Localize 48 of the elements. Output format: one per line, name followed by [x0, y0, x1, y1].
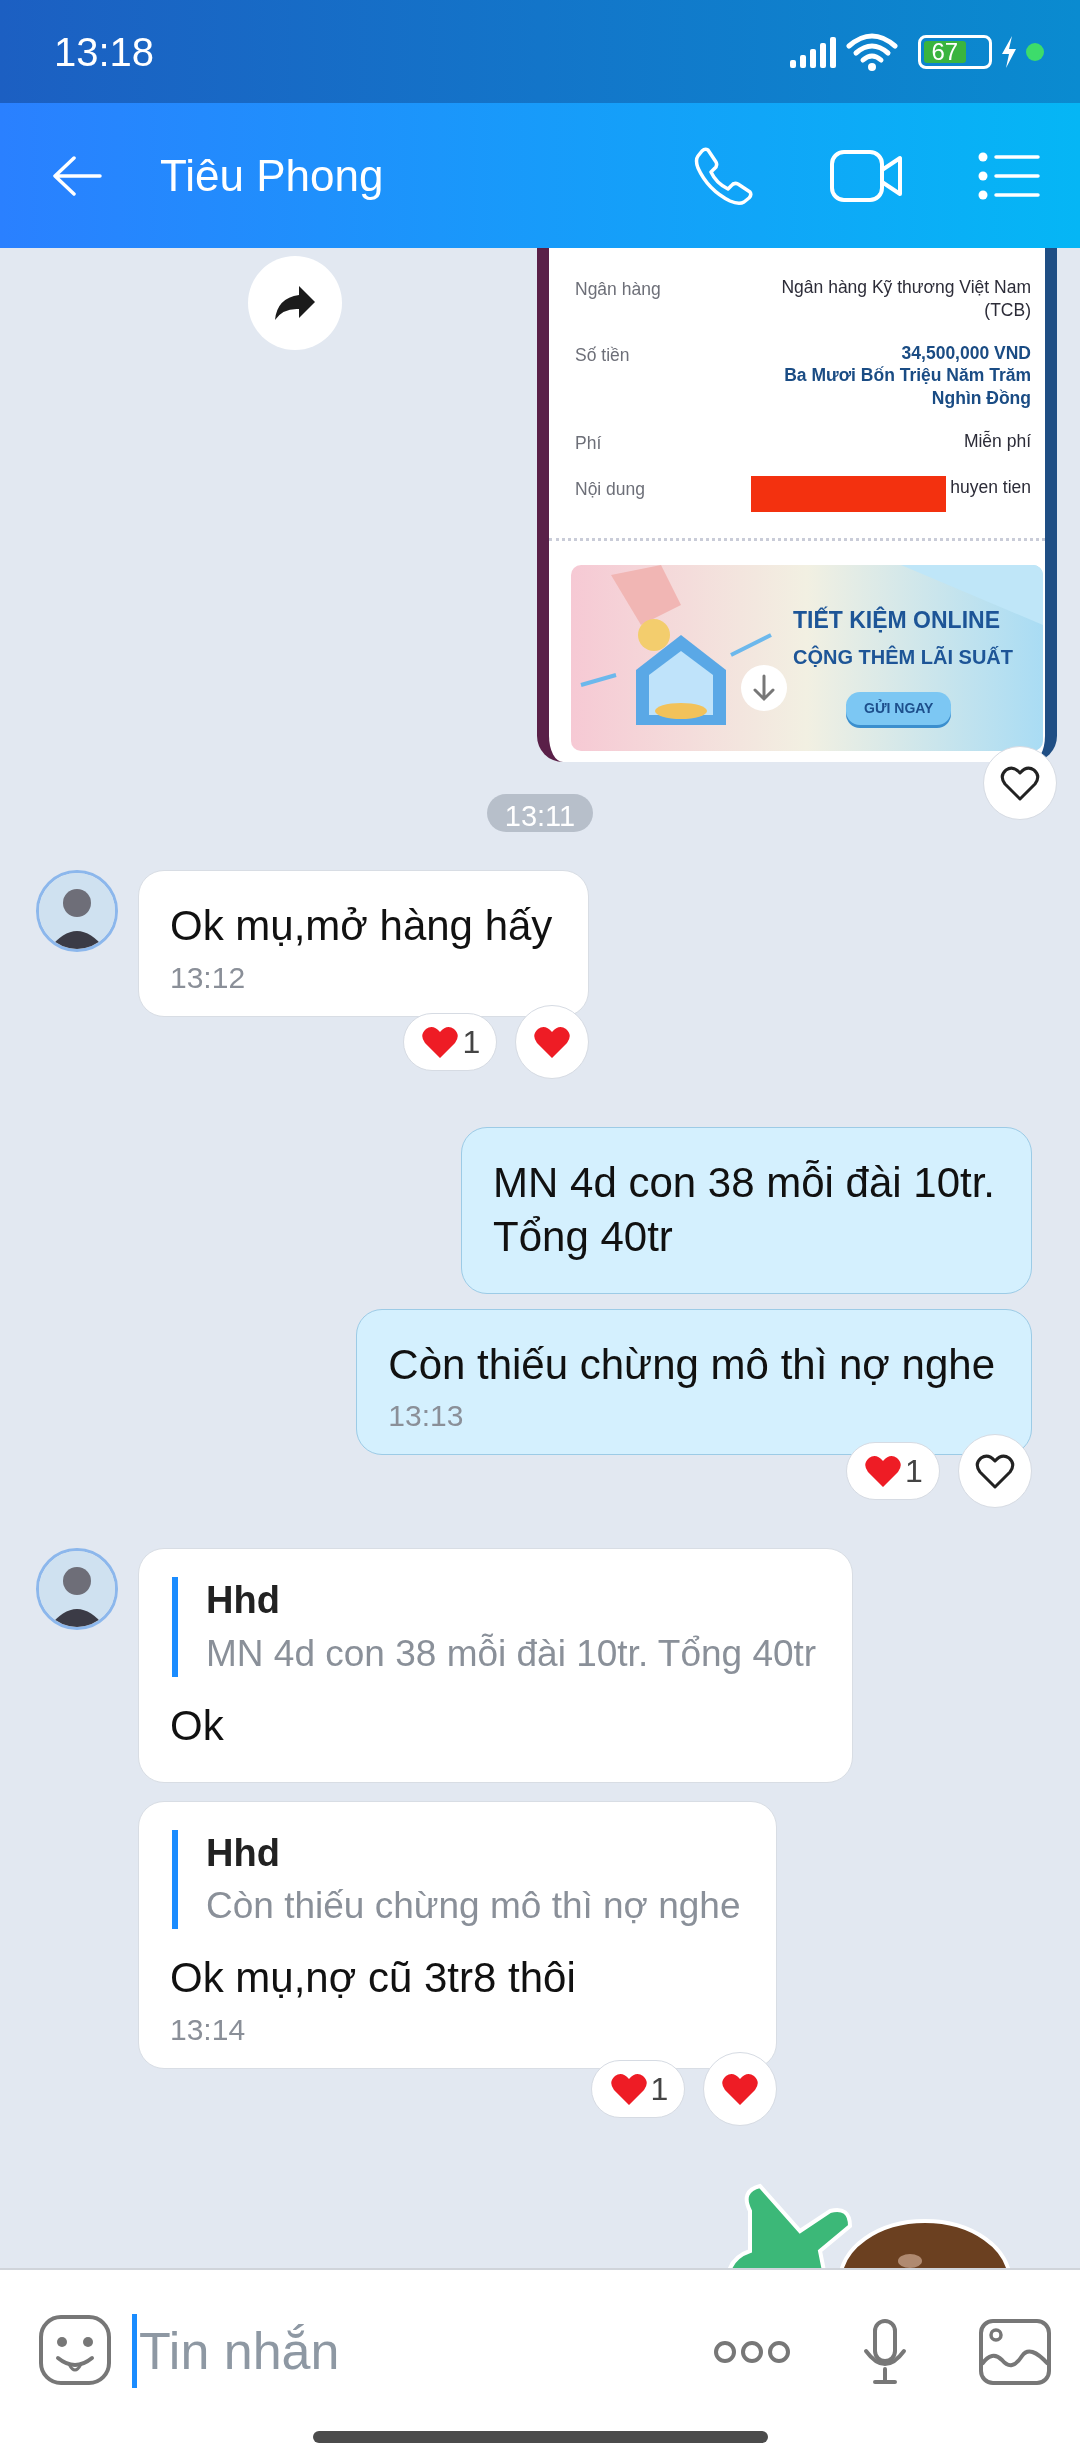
share-arrow-icon [273, 284, 317, 322]
banner-headline: TIẾT KIỆM ONLINE [793, 605, 1001, 635]
menu-button[interactable] [978, 151, 1040, 200]
heart-icon [863, 1453, 904, 1490]
field-label: Ngân hàng [575, 278, 661, 301]
more-button[interactable] [712, 2339, 792, 2365]
signal-icon [788, 35, 838, 68]
field-value: Ngân hàng Kỹ thương Việt Nam (TCB) [781, 276, 1031, 322]
reaction-count-pill[interactable]: 1 [846, 1442, 940, 1501]
field-label: Số tiền [575, 343, 630, 367]
wifi-icon [846, 31, 898, 72]
field-label: Nội dung [575, 478, 646, 501]
heart-icon [608, 2071, 649, 2108]
quote-author: Hhd [206, 1578, 281, 1624]
back-button[interactable] [52, 155, 102, 196]
quote-author: Hhd [206, 1830, 281, 1876]
field-value: huyen tien [950, 476, 1031, 499]
battery-level: 67 [931, 39, 959, 64]
message-text: Ok mụ,mở hàng hấy [170, 901, 553, 951]
gallery-button[interactable] [978, 2318, 1052, 2386]
message-text: MN 4d con 38 mỗi đài 10tr. Tổng 40tr [493, 1157, 995, 1263]
send-now-button[interactable]: GỬI NGAY [846, 692, 952, 725]
call-button[interactable] [694, 145, 754, 206]
message-time: 13:14 [170, 2012, 247, 2049]
message-text: Ok [170, 1701, 225, 1752]
microphone-button[interactable] [862, 2319, 908, 2385]
download-arrow-icon [752, 674, 776, 702]
reaction-count-pill[interactable]: 1 [403, 1012, 498, 1071]
quote-text: MN 4d con 38 mỗi đài 10tr. Tổng 40tr [206, 1631, 817, 1676]
status-time: 13:18 [54, 28, 155, 76]
message-text: Còn thiếu chừng mô thì nợ nghe [388, 1339, 995, 1390]
quote-text: Còn thiếu chừng mô thì nợ nghe [206, 1884, 741, 1929]
field-value: Miễn phí [963, 429, 1031, 453]
heart-icon [720, 2071, 761, 2108]
contact-name: Tiêu Phong [160, 149, 385, 202]
status-dot-icon [1026, 42, 1044, 61]
heart-icon [1000, 765, 1040, 801]
reaction-count-pill[interactable]: 1 [591, 2060, 686, 2119]
message-time: 13:13 [388, 1398, 465, 1435]
emoji-button[interactable] [38, 2314, 112, 2386]
video-call-button[interactable] [830, 147, 902, 204]
field-value: 34,500,000 VND Ba Mươi Bốn Triệu Năm Trăm Nghìn Đồng [784, 341, 1031, 410]
message-time: 13:12 [170, 959, 247, 996]
banner-subline: CỘNG THÊM LÃI SUẤT [793, 644, 1013, 670]
heart-icon [975, 1453, 1015, 1490]
message-text: Ok mụ,nợ cũ 3tr8 thôi [170, 1953, 577, 2004]
field-label: Phí [575, 431, 602, 455]
time-separator: 13:11 [486, 794, 594, 832]
